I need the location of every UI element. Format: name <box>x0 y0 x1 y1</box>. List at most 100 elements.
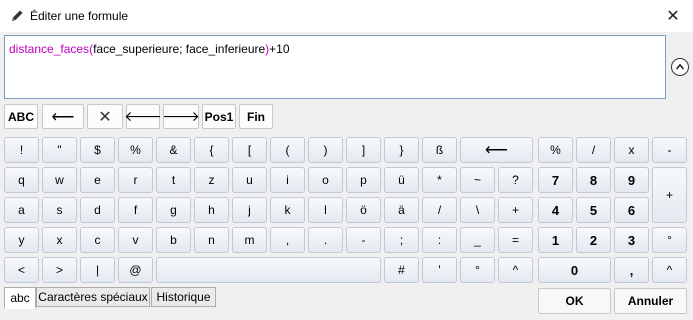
cancel-button[interactable]: Annuler <box>614 288 687 314</box>
numpad-key[interactable]: 4 <box>538 197 573 223</box>
numpad-key[interactable]: / <box>576 137 611 163</box>
tab-abc[interactable]: abc <box>4 287 36 309</box>
key[interactable]: ö <box>346 197 381 223</box>
backspace-button[interactable]: ⟵ <box>42 104 84 129</box>
key[interactable]: ~ <box>460 167 495 193</box>
numpad-key[interactable]: 7 <box>538 167 573 193</box>
abc-toggle-button[interactable]: ABC <box>4 104 38 129</box>
numpad-key[interactable]: 1 <box>538 227 573 253</box>
key[interactable]: { <box>194 137 229 163</box>
key[interactable]: # <box>384 257 419 283</box>
numpad-key[interactable]: % <box>538 137 573 163</box>
key[interactable]: } <box>384 137 419 163</box>
numpad-key[interactable]: - <box>652 137 687 163</box>
key[interactable]: u <box>232 167 267 193</box>
fin-button[interactable]: Fin <box>239 104 273 129</box>
ok-button[interactable]: OK <box>538 288 611 314</box>
key[interactable]: ä <box>384 197 419 223</box>
key[interactable]: * <box>422 167 457 193</box>
key[interactable]: e <box>80 167 115 193</box>
key[interactable]: r <box>118 167 153 193</box>
key[interactable]: k <box>270 197 305 223</box>
key[interactable]: x <box>42 227 77 253</box>
key[interactable]: ? <box>498 167 533 193</box>
key[interactable]: / <box>422 197 457 223</box>
key[interactable]: s <box>42 197 77 223</box>
numpad-key[interactable]: 2 <box>576 227 611 253</box>
key[interactable]: l <box>308 197 343 223</box>
key[interactable]: v <box>118 227 153 253</box>
key[interactable]: \ <box>460 197 495 223</box>
key[interactable]: h <box>194 197 229 223</box>
numpad-key[interactable]: 8 <box>576 167 611 193</box>
pos1-button[interactable]: Pos1 <box>202 104 236 129</box>
numpad-key[interactable]: 5 <box>576 197 611 223</box>
key[interactable]: + <box>498 197 533 223</box>
key[interactable]: q <box>4 167 39 193</box>
key[interactable]: b <box>156 227 191 253</box>
key[interactable]: = <box>498 227 533 253</box>
collapse-keyboard-button[interactable] <box>671 58 689 76</box>
key[interactable]: ß <box>422 137 457 163</box>
key[interactable]: w <box>42 167 77 193</box>
key[interactable]: m <box>232 227 267 253</box>
key[interactable]: a <box>4 197 39 223</box>
key[interactable]: ( <box>270 137 305 163</box>
key[interactable]: z <box>194 167 229 193</box>
key[interactable]: c <box>80 227 115 253</box>
key[interactable]: ] <box>346 137 381 163</box>
numpad-key[interactable]: 3 <box>614 227 649 253</box>
key[interactable]: f <box>118 197 153 223</box>
backspace-key[interactable]: ⟵ <box>460 137 533 163</box>
key[interactable]: t <box>156 167 191 193</box>
cursor-left-button[interactable]: 🡐 <box>124 104 162 129</box>
formula-arguments: face_superieure; face_inferieure <box>93 42 266 56</box>
space-key[interactable] <box>156 257 381 283</box>
numpad-key[interactable]: ° <box>652 227 687 253</box>
close-button[interactable]: ✕ <box>661 4 685 28</box>
key[interactable]: ! <box>4 137 39 163</box>
key[interactable]: > <box>42 257 77 283</box>
formula-function-name: distance_faces <box>9 42 90 56</box>
key[interactable]: , <box>270 227 305 253</box>
formula-editor[interactable]: distance_faces(face_superieure; face_inf… <box>4 35 666 99</box>
clear-button[interactable]: ✕ <box>87 104 123 129</box>
chevron-up-icon <box>675 63 685 70</box>
tab-history[interactable]: Historique <box>151 287 216 307</box>
key[interactable]: ü <box>384 167 419 193</box>
key[interactable]: $ <box>80 137 115 163</box>
key[interactable]: . <box>308 227 343 253</box>
key[interactable]: p <box>346 167 381 193</box>
key[interactable]: [ <box>232 137 267 163</box>
numpad-key[interactable]: , <box>614 257 649 283</box>
key[interactable]: d <box>80 197 115 223</box>
numpad-plus-key[interactable]: + <box>652 167 687 223</box>
key[interactable]: j <box>232 197 267 223</box>
key[interactable]: @ <box>118 257 153 283</box>
numpad-key[interactable]: 6 <box>614 197 649 223</box>
key[interactable]: ; <box>384 227 419 253</box>
numpad-key[interactable]: ^ <box>652 257 687 283</box>
cursor-right-button[interactable]: 🡒 <box>162 104 200 129</box>
key[interactable]: & <box>156 137 191 163</box>
key[interactable]: ° <box>460 257 495 283</box>
numpad-key[interactable]: x <box>614 137 649 163</box>
tab-special-characters[interactable]: Caractères spéciaux <box>36 287 150 307</box>
key[interactable]: < <box>4 257 39 283</box>
key[interactable]: ) <box>308 137 343 163</box>
key[interactable]: : <box>422 227 457 253</box>
key[interactable]: y <box>4 227 39 253</box>
key[interactable]: g <box>156 197 191 223</box>
key[interactable]: ' <box>422 257 457 283</box>
numpad-key[interactable]: 9 <box>614 167 649 193</box>
key[interactable]: | <box>80 257 115 283</box>
key[interactable]: n <box>194 227 229 253</box>
key[interactable]: " <box>42 137 77 163</box>
key[interactable]: o <box>308 167 343 193</box>
key[interactable]: _ <box>460 227 495 253</box>
key[interactable]: % <box>118 137 153 163</box>
key[interactable]: - <box>346 227 381 253</box>
key[interactable]: i <box>270 167 305 193</box>
numpad-key-zero[interactable]: 0 <box>538 257 611 283</box>
key[interactable]: ^ <box>498 257 533 283</box>
